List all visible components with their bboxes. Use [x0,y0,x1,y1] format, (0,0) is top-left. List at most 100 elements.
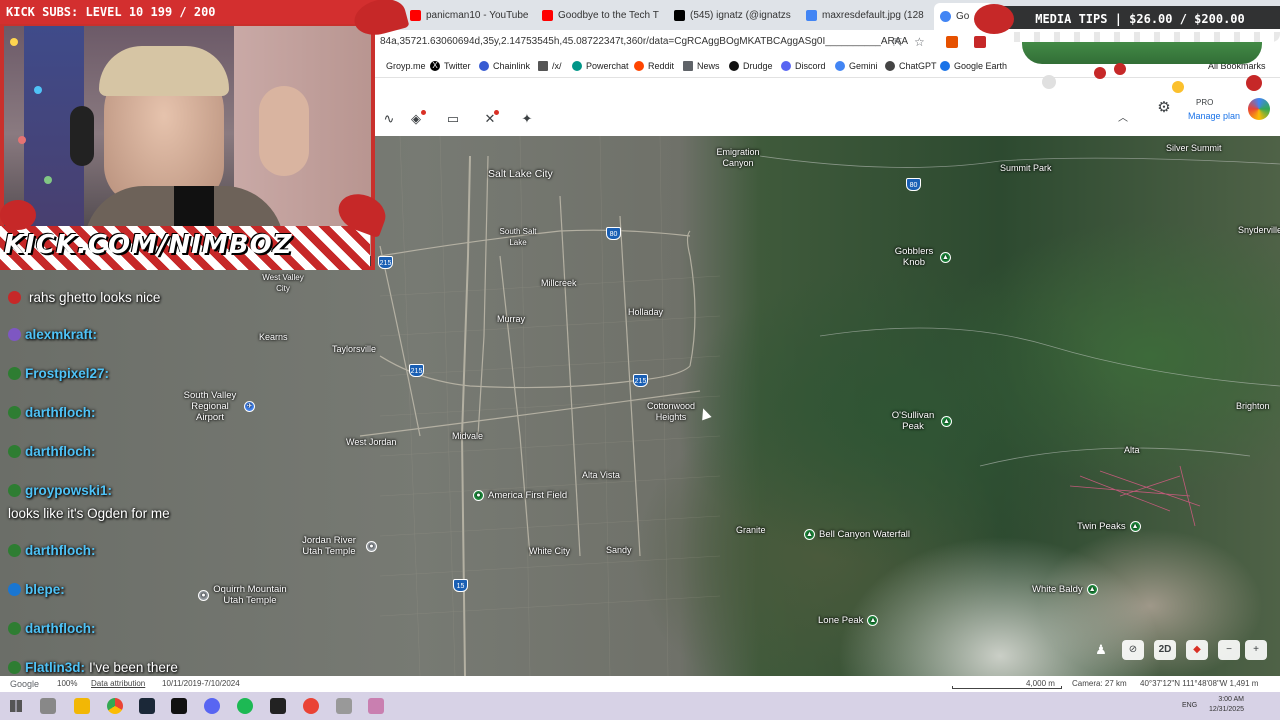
user-badge-icon [8,291,21,304]
url-field[interactable]: 84a,35721.63060694d,35y,2.14753545h,45.0… [380,36,908,47]
bookmark-chatgpt[interactable]: ChatGPT [885,61,937,71]
user-badge-icon [8,328,21,341]
city-label: West Jordan [346,437,397,447]
bookmark-chainlink[interactable]: Chainlink [479,61,530,71]
sparkle-icon[interactable]: ✦ [518,110,536,128]
drudge-icon [729,61,739,71]
stream-chat: rahs ghetto looks nice alexmkraft: Frost… [0,270,250,676]
poi-bell-canyon-waterfall[interactable]: ▲ Bell Canyon Waterfall [804,529,910,540]
zoom-in-button[interactable]: + [1245,640,1267,660]
extension-icon[interactable] [974,36,986,48]
bookmark-google-earth[interactable]: Google Earth [940,61,1007,71]
app-icon[interactable] [368,698,384,714]
stadium-icon: ● [473,490,484,501]
compass-icon[interactable]: ◆ [1186,640,1208,660]
raised-hand [259,86,309,176]
chrome-icon[interactable] [107,698,123,714]
highway-shield-80: 80 [906,178,921,191]
chat-message: darthfloch: [8,405,100,420]
zoom-level: 100% [57,679,78,688]
chat-message: looks like it's Ogden for me [8,506,170,521]
highway-shield-215: 215 [633,374,648,387]
peak-icon: ▲ [1129,521,1141,532]
file-explorer-icon[interactable] [74,698,90,714]
ornament-icon [1094,67,1106,79]
google-logo: Google [10,679,40,689]
scale-bar [952,686,1062,689]
peak-icon: ▲ [1086,584,1098,595]
chat-message: darthfloch: [8,543,100,558]
obs-icon[interactable] [270,698,286,714]
chat-message: rahs ghetto looks nice [8,290,160,305]
city-label: Cottonwood Heights [646,401,696,422]
image-icon [806,9,817,21]
zoom-out-button[interactable]: − [1218,640,1240,660]
tab-image[interactable]: maxresdefault.jpg (128× [806,5,926,25]
tab-youtube-panicman[interactable]: panicman10 - YouTube× [410,5,530,25]
bookmark-powerchat[interactable]: Powerchat [572,61,629,71]
bookmark-gemini[interactable]: Gemini [835,61,878,71]
language-indicator[interactable]: ENG [1182,702,1197,709]
city-label: Sandy [606,545,632,555]
app-icon[interactable] [303,698,319,714]
bookmark-news[interactable]: News [683,61,720,71]
earth-icon [940,11,951,22]
chat-message: Frostpixel27: [8,366,113,381]
terminal-icon[interactable] [171,698,187,714]
highway-shield-215: 215 [378,256,393,269]
string-light [18,136,26,144]
bookmark-drudge[interactable]: Drudge [729,61,773,71]
chainlink-icon [479,61,489,71]
account-avatar[interactable] [1248,98,1270,120]
poi-lone-peak[interactable]: ▲ Lone Peak [818,615,879,626]
manage-plan-link[interactable]: Manage plan [1188,111,1240,121]
tilt-icon[interactable]: ⊘ [1122,640,1144,660]
city-label: Murray [497,314,526,324]
chat-message: groypowski1: [8,483,116,498]
collapse-icon[interactable]: ︿ [1114,110,1132,128]
user-badge-icon [8,367,21,380]
clock-date: 12/31/2025 [1208,706,1244,713]
task-view-icon[interactable] [40,698,56,714]
grid-icon [538,61,548,71]
highway-shield-15: 15 [453,579,468,592]
data-attribution-link[interactable]: Data attribution [91,679,145,688]
camera-altitude: Camera: 27 km [1072,679,1127,688]
settings-gear-icon[interactable]: ⚙ [1155,99,1173,117]
poi-america-first-field[interactable]: ● America First Field [473,490,567,501]
view-2d-button[interactable]: 2D [1154,640,1176,660]
waterfall-icon: ▲ [804,529,815,540]
discord-icon[interactable] [204,698,220,714]
bookmark-reddit[interactable]: Reddit [634,61,674,71]
peak-icon: ▲ [941,415,952,427]
peak-icon: ▲ [940,251,951,263]
poi-white-baldy[interactable]: ▲ White Baldy [1032,584,1098,595]
bookmark-groyp[interactable]: Groyp.me [386,61,426,71]
bookmark-discord[interactable]: Discord [781,61,826,71]
poi-twin-peaks[interactable]: ▲ Twin Peaks [1077,521,1141,532]
install-icon[interactable]: ⇱ [893,36,902,49]
spotify-icon[interactable] [237,698,253,714]
poi-jordan-river-temple[interactable]: ● Jordan River Utah Temple [296,535,377,557]
earth-icon [940,61,950,71]
app-icon[interactable] [336,698,352,714]
tab-x-ignatz[interactable]: (545) ignatz (@ignatzs× [674,5,794,25]
pro-label: PRO [1196,98,1214,107]
poi-osullivan-peak[interactable]: ▲ O'Sullivan Peak [889,410,952,432]
bookmark-x-board[interactable]: /x/ [538,61,562,71]
bookmark-star-icon[interactable]: ☆ [914,35,925,49]
pegman-icon[interactable]: ♟ [1090,640,1112,660]
measure-icon[interactable]: ▭ [444,110,462,128]
ornament-icon [1246,75,1262,91]
extension-icon[interactable] [946,36,958,48]
string-light [10,38,18,46]
path-tool-icon[interactable]: ∿ [380,110,398,128]
steam-icon[interactable] [139,698,155,714]
youtube-icon [410,9,421,21]
windows-start-icon[interactable] [10,700,22,712]
bookmark-twitter[interactable]: X Twitter [430,61,471,71]
city-label: Emigration Canyon [716,147,760,168]
folder-icon [683,61,693,71]
poi-gobblers-knob[interactable]: ▲ Gobblers Knob [892,246,951,268]
tab-youtube-goodbye[interactable]: Goodbye to the Tech T× [542,5,662,25]
